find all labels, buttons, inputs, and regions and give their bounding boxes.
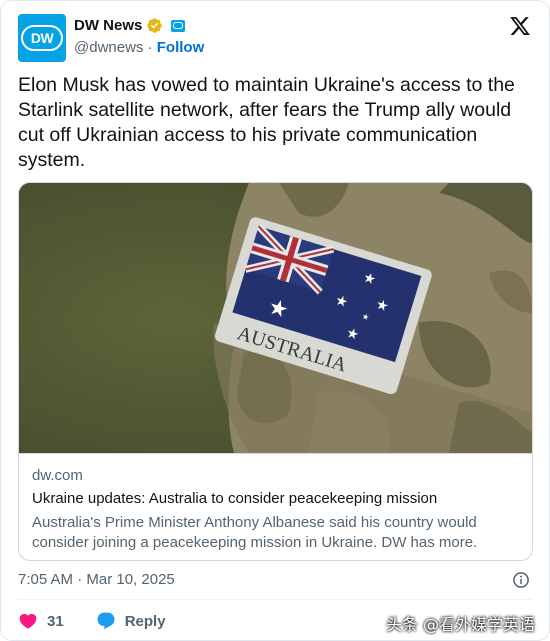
link-description: Australia's Prime Minister Anthony Alban… (32, 514, 478, 551)
dw-affiliate-icon (171, 19, 186, 32)
follow-button[interactable]: Follow (157, 39, 205, 56)
link-preview-card[interactable]: ★ ★ ★ ★ ★ ★ AUSTRALIA dw.com Ukraine upd… (18, 182, 533, 561)
link-preview-meta: dw.com Ukraine updates: Australia to con… (19, 453, 532, 560)
like-count: 31 (47, 612, 64, 630)
verified-badge-icon (147, 18, 163, 33)
x-logo-icon[interactable] (509, 15, 531, 37)
divider (18, 599, 532, 600)
uniform-photo: ★ ★ ★ ★ ★ ★ AUSTRALIA (19, 183, 532, 453)
handle-separator: · (143, 39, 157, 56)
like-button[interactable]: 31 (18, 611, 64, 631)
tweet-embed-card: DW DW News @dwnews · Follow Elon Musk ha… (0, 0, 550, 641)
handle-row: @dwnews · Follow (74, 39, 204, 56)
link-domain: dw.com (32, 467, 83, 484)
link-preview-image: ★ ★ ★ ★ ★ ★ AUSTRALIA (19, 183, 532, 453)
link-title: Ukraine updates: Australia to consider p… (32, 490, 438, 507)
author-name[interactable]: DW News (74, 17, 142, 34)
info-icon[interactable] (512, 571, 530, 589)
heart-icon (19, 613, 37, 629)
reply-bubble-icon (97, 612, 115, 630)
tweet-timestamp[interactable]: 7:05 AM · Mar 10, 2025 (18, 571, 175, 588)
reply-button[interactable]: Reply (96, 611, 166, 631)
author-name-row: DW News (74, 17, 186, 34)
dw-logo-icon: DW (21, 25, 63, 51)
avatar[interactable]: DW (18, 14, 66, 62)
reply-label: Reply (124, 612, 166, 630)
avatar-text: DW (30, 30, 54, 46)
watermark-text: 头条 @看外媒学英语 (385, 615, 535, 634)
action-bar: 31 Reply (18, 611, 166, 631)
tweet-text: Elon Musk has vowed to maintain Ukraine'… (18, 74, 515, 171)
tweet-header: DW DW News @dwnews · Follow (18, 14, 532, 62)
author-handle[interactable]: @dwnews (74, 39, 143, 56)
